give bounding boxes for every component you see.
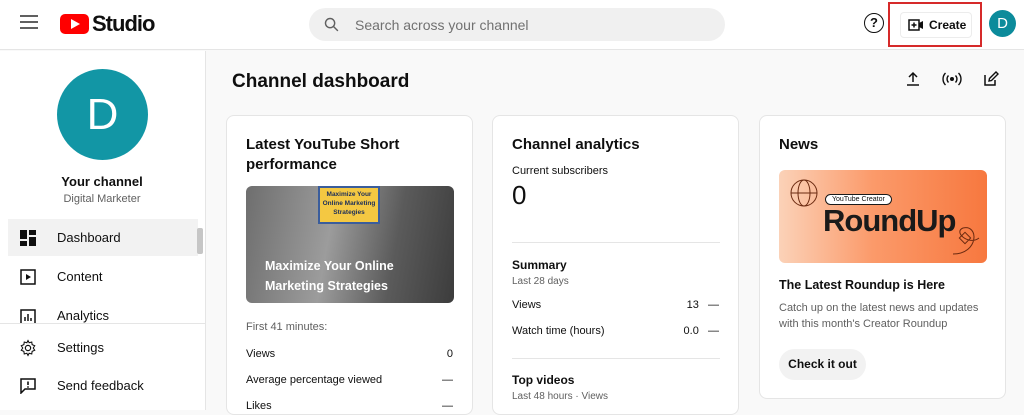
top-videos-period: Last 48 hours · Views [512,391,608,402]
globe-icon [790,179,818,207]
news-image[interactable]: YouTube Creator RoundUp [779,170,987,263]
subscribers-value: 0 [512,180,527,210]
stat-label: Watch time (hours) [512,325,605,337]
stat-label: Likes [246,400,272,412]
logo-text: Studio [92,11,155,36]
summary-title: Summary [512,258,567,272]
search-bar[interactable] [309,8,725,41]
top-bar: Studio ? Create D [0,0,1024,50]
stat-row: Likes — [246,400,453,412]
stat-row: Views 0 [246,348,453,360]
short-thumbnail[interactable]: Maximize Your Online Marketing Strategie… [246,186,454,303]
card-title: Channel analytics [512,136,640,153]
news-image-headline: RoundUp [823,203,956,238]
feedback-icon [19,377,37,395]
sidebar-item-label: Content [57,269,103,284]
card-divider [512,358,720,359]
account-avatar[interactable]: D [989,10,1016,37]
sidebar: D Your channel Digital Marketer Dashboar… [0,51,206,410]
search-icon [324,17,339,32]
analytics-icon [19,308,37,323]
create-highlight: Create [888,2,982,47]
create-button[interactable]: Create [900,12,972,38]
sidebar-item-dashboard[interactable]: Dashboard [8,219,198,256]
stat-value: — [442,374,453,386]
menu-icon[interactable] [20,15,38,29]
channel-analytics-card: Channel analytics Current subscribers 0 … [492,115,739,415]
stat-trend: — [708,299,719,311]
sidebar-divider [0,323,205,324]
stat-label: Views [246,348,276,360]
channel-subtitle: Digital Marketer [63,193,141,205]
channel-name: Your channel [61,174,143,189]
thumbnail-board: Maximize Your Online Marketing Strategie… [318,186,380,224]
edit-icon[interactable] [977,65,1005,93]
stat-label: Views [512,299,542,311]
stat-row: Average percentage viewed — [246,374,453,386]
card-title: News [779,136,819,153]
stat-value: 13 [686,299,699,311]
live-icon[interactable] [938,65,966,93]
create-video-icon [908,19,923,31]
search-input[interactable] [355,8,705,41]
youtube-play-icon [60,14,89,34]
stat-row: Watch time (hours) 0.0 — [512,325,719,337]
subscribers-label: Current subscribers [512,165,608,177]
top-videos-title: Top videos [512,373,575,387]
create-label: Create [929,18,967,32]
summary-period: Last 28 days [512,276,569,287]
content-icon [19,268,37,286]
stat-row: Views 13 — [512,299,719,311]
card-title: Latest YouTube Short performance [246,136,400,173]
sidebar-item-feedback[interactable]: Send feedback [8,367,198,404]
sidebar-item-label: Dashboard [57,230,121,245]
sidebar-item-label: Settings [57,340,104,355]
sidebar-item-analytics[interactable]: Analytics [8,297,198,323]
page-title: Channel dashboard [232,71,410,92]
sidebar-item-content[interactable]: Content [8,258,198,295]
period-label: First 41 minutes: [246,321,328,333]
gear-icon [19,338,37,357]
upload-icon[interactable] [899,65,927,93]
news-body: Catch up on the latest news and updates … [779,302,979,330]
stat-value: 0.0 [683,325,699,337]
stat-label: Average percentage viewed [246,374,383,386]
studio-logo[interactable]: Studio [60,11,155,37]
short-performance-card: Latest YouTube Short performance Maximiz… [226,115,473,415]
thumbnail-caption: Maximize Your Online Marketing Strategie… [265,259,394,293]
dashboard-icon [19,229,37,247]
news-headline: The Latest Roundup is Here [779,278,945,292]
sidebar-item-label: Send feedback [57,378,144,393]
news-card: News YouTube Creator RoundUp The Latest … [759,115,1006,399]
stat-value: 0 [446,348,453,360]
stat-trend: — [708,325,719,337]
check-it-out-button[interactable]: Check it out [779,349,866,380]
channel-avatar[interactable]: D [57,69,148,160]
stat-value: — [442,400,453,412]
help-icon[interactable]: ? [864,13,884,33]
sidebar-item-label: Analytics [57,308,110,323]
card-divider [512,242,720,243]
sidebar-scrollbar[interactable] [197,228,203,254]
sidebar-item-settings[interactable]: Settings [8,329,198,366]
